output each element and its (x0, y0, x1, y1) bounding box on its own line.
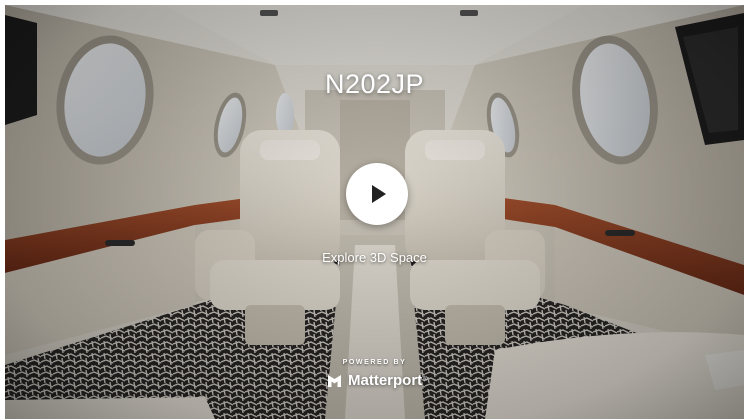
matterport-logo-icon (328, 374, 341, 387)
play-icon (372, 185, 386, 203)
trademark-mark: ® (423, 377, 428, 383)
powered-by-label: POWERED BY (342, 359, 407, 366)
explore-3d-label[interactable]: Explore 3D Space (5, 250, 744, 265)
brand-name: Matterport (348, 371, 423, 389)
tour-title: N202JP (324, 69, 425, 99)
tour-viewer[interactable]: N202JP Explore 3D Space POWERED BY Matte… (5, 5, 744, 419)
matterport-brand-link[interactable]: Matterport ® (327, 370, 428, 390)
play-button[interactable] (346, 163, 408, 225)
